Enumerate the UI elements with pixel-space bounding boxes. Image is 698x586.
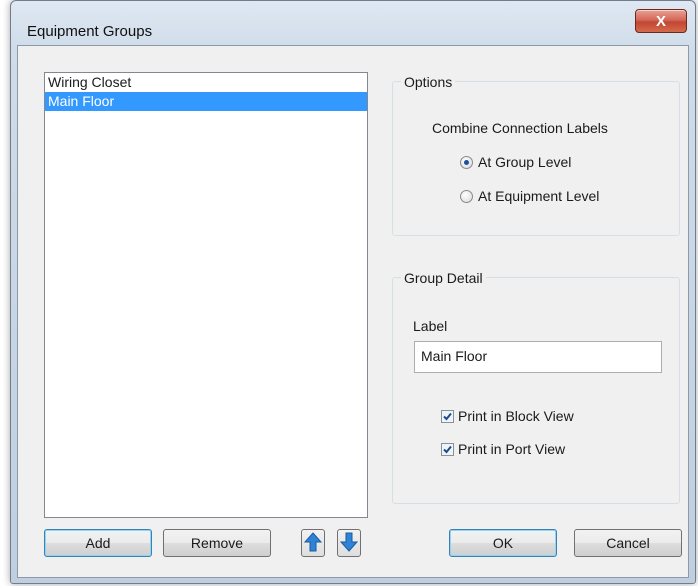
remove-button[interactable]: Remove xyxy=(163,529,271,557)
options-groupbox: Options Combine Connection Labels At Gro… xyxy=(392,73,680,236)
radio-equipment-level-label: At Equipment Level xyxy=(478,188,600,204)
combine-labels-caption: Combine Connection Labels xyxy=(432,120,608,136)
radio-equipment-level[interactable]: At Equipment Level xyxy=(460,188,599,204)
list-item-wiring-closet[interactable]: Wiring Closet xyxy=(45,73,367,92)
radio-group-level[interactable]: At Group Level xyxy=(460,154,571,170)
close-icon: X xyxy=(655,12,666,30)
window-title: Equipment Groups xyxy=(27,23,153,40)
list-item-main-floor[interactable]: Main Floor xyxy=(45,92,367,111)
move-up-button[interactable] xyxy=(301,529,325,557)
radio-group-level-button[interactable] xyxy=(460,155,473,169)
ok-button[interactable]: OK xyxy=(449,529,557,557)
radio-group-level-label: At Group Level xyxy=(478,154,572,170)
group-detail-groupbox: Group Detail Label Main Floor Print in B… xyxy=(392,269,680,504)
print-port-view-checkbox[interactable] xyxy=(441,442,454,456)
radio-equipment-level-button[interactable] xyxy=(460,189,473,203)
arrow-up-icon xyxy=(303,531,323,555)
dialog-body: Wiring Closet Main Floor Options Combine… xyxy=(17,45,689,578)
print-block-view-checkbox[interactable] xyxy=(441,409,454,423)
close-button[interactable]: X xyxy=(635,9,687,33)
add-button[interactable]: Add xyxy=(44,529,152,557)
print-block-view-row[interactable]: Print in Block View xyxy=(441,408,574,424)
cancel-button[interactable]: Cancel xyxy=(574,529,682,557)
group-detail-legend: Group Detail xyxy=(401,269,486,287)
print-block-view-label: Print in Block View xyxy=(458,408,574,424)
print-port-view-row[interactable]: Print in Port View xyxy=(441,441,565,457)
label-caption: Label xyxy=(413,318,448,334)
print-port-view-label: Print in Port View xyxy=(458,441,566,457)
arrow-down-icon xyxy=(339,532,359,555)
options-legend: Options xyxy=(401,73,456,91)
groups-listbox[interactable]: Wiring Closet Main Floor xyxy=(44,72,368,518)
move-down-button[interactable] xyxy=(337,529,361,557)
equipment-groups-dialog: Equipment Groups X Wiring Closet Main Fl… xyxy=(10,0,696,584)
label-field[interactable]: Main Floor xyxy=(414,341,662,373)
